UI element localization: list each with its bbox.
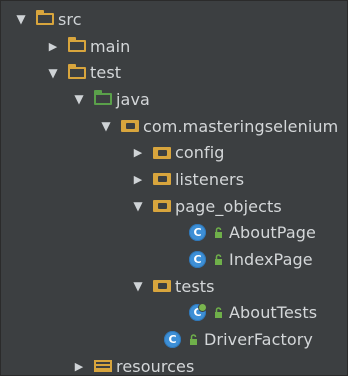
tree-row-resources[interactable]: ▶ resources	[1, 353, 347, 376]
tree-row-about-page[interactable]: C AboutPage	[1, 220, 347, 247]
class-icon: C	[189, 224, 206, 242]
test-class-icon: C	[189, 303, 207, 322]
lock-icon	[214, 307, 223, 319]
source-folder-icon	[94, 90, 112, 106]
tree-row-java[interactable]: ▼ java	[1, 86, 347, 113]
package-icon	[121, 120, 139, 133]
tree-row-index-page[interactable]: C IndexPage	[1, 246, 347, 273]
tree-row-listeners[interactable]: ▶ listeners	[1, 166, 347, 193]
tree-item-label: java	[116, 89, 150, 109]
resources-folder-icon	[94, 360, 112, 373]
collapse-arrow-icon[interactable]: ▶	[131, 146, 145, 159]
lock-icon	[214, 253, 223, 266]
tree-row-package-root[interactable]: ▼ com.masteringselenium	[1, 113, 347, 140]
tree-row-config[interactable]: ▶ config	[1, 139, 347, 166]
tree-row-test[interactable]: ▼ test	[1, 59, 347, 86]
package-icon	[153, 280, 171, 293]
lock-icon	[189, 333, 198, 346]
project-tree-panel: ▼ src ▶ main ▼ test ▼ java ▼ com.masteri…	[0, 0, 348, 376]
tree-item-label: resources	[116, 356, 195, 376]
package-icon	[153, 200, 171, 213]
class-icon: C	[164, 331, 181, 349]
tree-item-label: tests	[175, 276, 215, 296]
tree-row-about-tests[interactable]: C AboutTests	[1, 300, 347, 327]
tree-item-label: IndexPage	[229, 250, 313, 270]
expand-arrow-icon[interactable]: ▼	[46, 66, 60, 80]
project-tree: ▼ src ▶ main ▼ test ▼ java ▼ com.masteri…	[1, 6, 347, 376]
tree-item-label: config	[175, 143, 225, 163]
folder-icon	[36, 10, 54, 26]
expand-arrow-icon[interactable]: ▼	[131, 199, 145, 213]
expand-arrow-icon[interactable]: ▼	[99, 119, 113, 133]
folder-icon	[68, 63, 86, 79]
collapse-arrow-icon[interactable]: ▶	[72, 360, 86, 373]
tree-item-label: main	[90, 36, 131, 56]
tree-item-label: com.masteringselenium	[143, 116, 339, 136]
tree-item-label: listeners	[175, 169, 245, 189]
package-icon	[153, 173, 171, 186]
tree-row-main[interactable]: ▶ main	[1, 33, 347, 60]
folder-icon	[68, 37, 86, 53]
tree-item-label: AboutTests	[229, 303, 318, 323]
class-icon: C	[189, 251, 206, 269]
collapse-arrow-icon[interactable]: ▶	[131, 173, 145, 186]
tree-row-driver-factory[interactable]: C DriverFactory	[1, 326, 347, 353]
tree-row-src[interactable]: ▼ src	[1, 6, 347, 33]
tree-row-tests[interactable]: ▼ tests	[1, 273, 347, 300]
expand-arrow-icon[interactable]: ▼	[14, 12, 28, 26]
expand-arrow-icon[interactable]: ▼	[72, 92, 86, 106]
tree-item-label: test	[90, 63, 122, 83]
collapse-arrow-icon[interactable]: ▶	[46, 40, 60, 53]
tree-row-page-objects[interactable]: ▼ page_objects	[1, 193, 347, 220]
tree-item-label: src	[58, 9, 82, 29]
lock-icon	[214, 227, 223, 239]
tree-item-label: page_objects	[175, 196, 282, 216]
tree-item-label: DriverFactory	[204, 330, 313, 350]
expand-arrow-icon[interactable]: ▼	[131, 279, 145, 293]
tree-item-label: AboutPage	[229, 223, 316, 243]
package-icon	[153, 146, 171, 159]
